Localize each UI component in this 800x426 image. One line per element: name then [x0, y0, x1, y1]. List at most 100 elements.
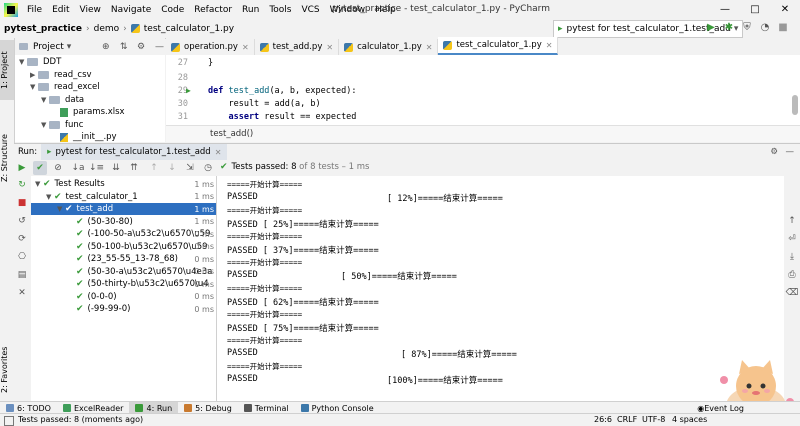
menu-code[interactable]: Code [156, 5, 189, 15]
editor-tab[interactable]: test_add.py ✕ [255, 39, 340, 55]
test-tree-row[interactable]: ▼ ✔ test_calculator_1 1 ms [31, 191, 216, 203]
stop-icon[interactable]: ■ [776, 21, 790, 35]
minimize-icon[interactable]: — [710, 0, 740, 19]
layout-icon[interactable]: ▤ [15, 268, 29, 282]
prev-failed-icon[interactable]: ↑ [147, 161, 161, 175]
caret-position[interactable]: 26:6 [594, 415, 612, 424]
run-gutter-icon[interactable]: ▶ [186, 86, 191, 95]
status-message[interactable]: Tests passed: 8 (moments ago) [18, 415, 143, 424]
print-icon[interactable]: ⎙ [785, 268, 799, 282]
breadcrumb-file[interactable]: test_calculator_1.py [144, 24, 238, 34]
stop-icon[interactable]: ■ [15, 196, 29, 210]
menu-navigate[interactable]: Navigate [106, 5, 156, 15]
close-tab-icon[interactable]: ✕ [326, 43, 333, 52]
collapse-all-icon[interactable]: ⇅ [120, 42, 128, 52]
tool-tab-project[interactable]: 1: Project [0, 40, 14, 100]
chevron-right-icon[interactable]: ▶ [30, 71, 38, 79]
test-tree-row[interactable]: ✔ (50-30-a\u53c2\u6570\u4e3a 0 ms [31, 266, 216, 278]
expand-all-icon[interactable]: ⇊ [109, 161, 123, 175]
line-separator[interactable]: CRLF [617, 415, 637, 424]
editor-breadcrumb[interactable]: test_add() [166, 125, 800, 142]
close-tab-icon[interactable]: ✕ [546, 41, 553, 50]
run-console-output[interactable]: =====开始计算===== PASSED [ 12%]=====结束计算=====… [217, 176, 784, 401]
soft-wrap-icon[interactable]: ⏎ [785, 232, 799, 246]
rerun-icon[interactable]: ▶ [15, 161, 29, 175]
breadcrumb-project[interactable]: pytest_practice [0, 24, 86, 34]
show-ignored-icon[interactable]: ⊘ [51, 161, 65, 175]
project-view-selector[interactable]: Project [33, 42, 64, 52]
editor-tab[interactable]: test_calculator_1.py ✕ [438, 37, 559, 55]
chevron-down-icon[interactable]: ▼ [41, 121, 49, 129]
camera-icon[interactable]: ⎔ [15, 250, 29, 264]
test-tree-row[interactable]: ▼ ✔ Test Results 1 ms [31, 178, 216, 190]
test-tree-row[interactable]: ✔ (-99-99-0) 0 ms [31, 303, 216, 315]
profile-icon[interactable]: ◔ [758, 21, 772, 35]
close-icon[interactable]: ✕ [770, 0, 800, 19]
locate-icon[interactable]: ⊕ [102, 42, 110, 52]
test-tree-row[interactable]: ✔ (0-0-0) 0 ms [31, 291, 216, 303]
menu-run[interactable]: Run [237, 5, 264, 15]
history-icon[interactable]: ◷ [201, 161, 215, 175]
editor-tab[interactable]: calculator_1.py ✕ [339, 39, 439, 55]
breadcrumb-folder[interactable]: demo [90, 24, 124, 34]
menu-file[interactable]: File [22, 5, 47, 15]
project-tree-item[interactable]: __init__.py [52, 131, 117, 142]
maximize-icon[interactable]: □ [740, 0, 770, 19]
chevron-down-icon[interactable]: ▾ [67, 42, 72, 52]
gear-icon[interactable]: ⚙ [137, 42, 145, 52]
project-tree-item[interactable]: ▼ func [41, 119, 83, 131]
project-tree-item[interactable]: params.xlsx [52, 106, 125, 118]
test-tree-row[interactable]: ▼ ✔ test_add 1 ms [31, 203, 216, 215]
scroll-to-end-icon[interactable]: ⤓ [785, 250, 799, 264]
indent-setting[interactable]: 4 spaces [672, 415, 707, 424]
chevron-down-icon[interactable]: ▼ [19, 58, 27, 66]
chevron-down-icon[interactable]: ▼ [57, 205, 65, 213]
sort-alpha-icon[interactable]: ↓a [71, 161, 85, 175]
debug-icon[interactable]: ✱ [722, 21, 736, 35]
chevron-down-icon[interactable]: ▼ [35, 180, 43, 188]
menu-refactor[interactable]: Refactor [189, 5, 237, 15]
collapse-all-icon[interactable]: ⇈ [127, 161, 141, 175]
run-tab[interactable]: ▸ pytest for test_calculator_1.test_add … [41, 144, 228, 160]
close-icon[interactable]: ✕ [15, 286, 29, 300]
test-tree-row[interactable]: ✔ (50-30-80) 1 ms [31, 216, 216, 228]
test-tree-row[interactable]: ✔ (50-thirty-b\u53c2\u6570\u4 0 ms [31, 278, 216, 290]
scroll-up-icon[interactable]: ↑ [785, 214, 799, 228]
hide-panel-icon[interactable]: — [786, 147, 795, 157]
project-tree-item[interactable]: ▶ read_csv [30, 69, 92, 81]
chevron-down-icon[interactable]: ▼ [46, 193, 54, 201]
toggle-auto-test-icon[interactable]: ⟳ [15, 232, 29, 246]
hide-panel-icon[interactable]: — [155, 42, 164, 52]
menu-edit[interactable]: Edit [47, 5, 74, 15]
file-encoding[interactable]: UTF-8 [642, 415, 665, 424]
menu-view[interactable]: View [75, 5, 106, 15]
rerun-icon[interactable]: ↻ [15, 178, 29, 192]
gear-icon[interactable]: ⚙ [770, 147, 778, 157]
project-tree-item[interactable]: ▼ data [41, 94, 84, 106]
tool-tab-structure[interactable]: Z: Structure [0, 132, 14, 184]
chevron-down-icon[interactable]: ▼ [30, 83, 38, 91]
close-tab-icon[interactable]: ✕ [215, 148, 222, 157]
menu-tools[interactable]: Tools [264, 5, 296, 15]
tool-tab-favorites[interactable]: 2: Favorites [0, 343, 14, 397]
rerun-failed-icon[interactable]: ↺ [15, 214, 29, 228]
menu-vcs[interactable]: VCS [296, 5, 324, 15]
editor-tab[interactable]: operation.py ✕ [166, 39, 255, 55]
close-tab-icon[interactable]: ✕ [242, 43, 249, 52]
show-passed-icon[interactable]: ✔ [33, 161, 47, 175]
test-tree-row[interactable]: ✔ (50-100-b\u53c2\u6570\u59 0 ms [31, 241, 216, 253]
close-tab-icon[interactable]: ✕ [426, 43, 433, 52]
sort-duration-icon[interactable]: ↓≡ [89, 161, 104, 175]
project-tree-item[interactable]: ▼ read_excel [30, 81, 100, 93]
run-icon[interactable]: ▶ [704, 21, 718, 35]
export-icon[interactable]: ⇲ [183, 161, 197, 175]
editor-scrollbar[interactable] [792, 95, 798, 115]
test-tree-row[interactable]: ✔ (23_55-55_13-78_68) 0 ms [31, 253, 216, 265]
project-tree-item[interactable]: ▼ DDT [19, 56, 61, 68]
chevron-down-icon[interactable]: ▼ [41, 96, 49, 104]
next-failed-icon[interactable]: ↓ [165, 161, 179, 175]
test-tree-row[interactable]: ✔ (-100-50-a\u53c2\u6570\u59 0 ms [31, 228, 216, 240]
coverage-icon[interactable]: ⛨ [740, 21, 754, 35]
clear-all-icon[interactable]: ⌫ [785, 286, 799, 300]
code-editor[interactable]: 27 } 28 29 ▶ def test_add(a, b, expected… [166, 55, 800, 125]
